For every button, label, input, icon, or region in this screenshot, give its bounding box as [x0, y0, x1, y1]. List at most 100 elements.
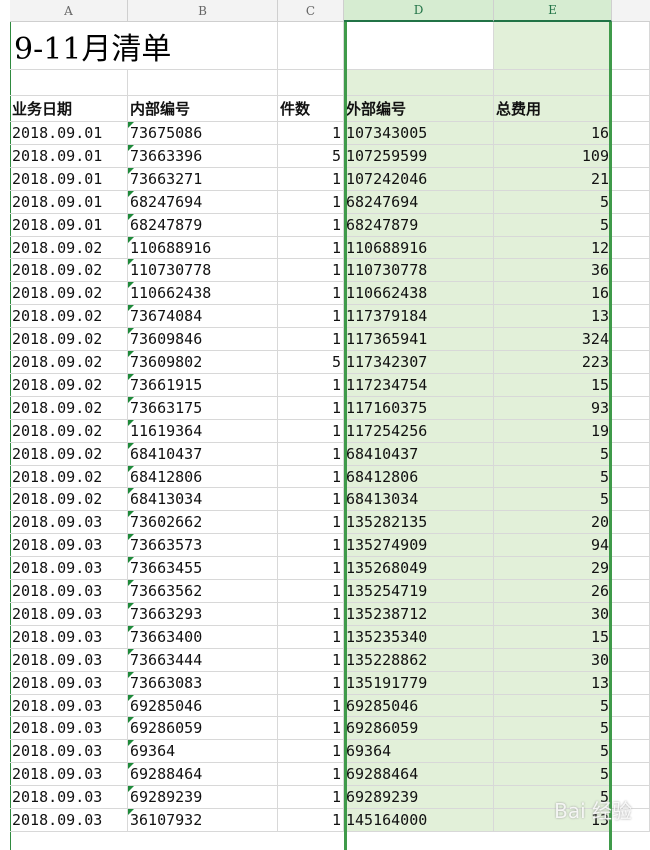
table-cell-count[interactable]: 1	[278, 420, 344, 443]
table-cell-date[interactable]: 2018.09.01	[10, 191, 128, 214]
table-cell-count[interactable]: 5	[278, 351, 344, 374]
table-cell-empty[interactable]	[612, 488, 650, 511]
table-cell-internal-id[interactable]: 69285046	[128, 695, 278, 717]
table-cell-empty[interactable]	[612, 145, 650, 168]
table-cell-internal-id[interactable]: 68412806	[128, 466, 278, 488]
table-cell-count[interactable]: 1	[278, 809, 344, 832]
table-cell-count[interactable]: 1	[278, 511, 344, 534]
table-cell-internal-id[interactable]: 69288464	[128, 763, 278, 786]
column-header-a[interactable]: A	[10, 0, 128, 22]
table-cell-date[interactable]: 2018.09.03	[10, 786, 128, 809]
table-cell-date[interactable]: 2018.09.01	[10, 168, 128, 191]
table-cell-internal-id[interactable]: 110662438	[128, 282, 278, 305]
table-cell-internal-id[interactable]: 68247879	[128, 214, 278, 237]
cell-b2[interactable]	[128, 70, 278, 96]
table-cell-date[interactable]: 2018.09.03	[10, 534, 128, 557]
table-cell-count[interactable]: 1	[278, 305, 344, 328]
table-cell-date[interactable]: 2018.09.02	[10, 466, 128, 488]
table-cell-count[interactable]: 1	[278, 695, 344, 717]
table-cell-count[interactable]: 1	[278, 580, 344, 603]
table-cell-empty[interactable]	[612, 603, 650, 626]
table-cell-count[interactable]: 1	[278, 282, 344, 305]
table-cell-date[interactable]: 2018.09.02	[10, 351, 128, 374]
table-cell-internal-id[interactable]: 73663271	[128, 168, 278, 191]
table-cell-date[interactable]: 2018.09.02	[10, 374, 128, 397]
table-cell-count[interactable]: 1	[278, 649, 344, 672]
column-header-b[interactable]: B	[128, 0, 278, 22]
table-cell-count[interactable]: 1	[278, 786, 344, 809]
table-cell-internal-id[interactable]: 73609802	[128, 351, 278, 374]
column-header-f[interactable]	[612, 0, 650, 22]
table-cell-date[interactable]: 2018.09.03	[10, 649, 128, 672]
table-cell-internal-id[interactable]: 73602662	[128, 511, 278, 534]
table-cell-empty[interactable]	[612, 763, 650, 786]
table-cell-date[interactable]: 2018.09.01	[10, 214, 128, 237]
table-cell-date[interactable]: 2018.09.01	[10, 122, 128, 145]
table-cell-empty[interactable]	[612, 511, 650, 534]
table-cell-date[interactable]: 2018.09.01	[10, 145, 128, 168]
table-cell-internal-id[interactable]: 110730778	[128, 259, 278, 282]
table-cell-internal-id[interactable]: 73663175	[128, 397, 278, 420]
table-cell-internal-id[interactable]: 73663562	[128, 580, 278, 603]
table-cell-count[interactable]: 1	[278, 214, 344, 237]
table-cell-internal-id[interactable]: 73663444	[128, 649, 278, 672]
table-cell-empty[interactable]	[612, 740, 650, 763]
table-cell-internal-id[interactable]: 36107932	[128, 809, 278, 832]
column-header-e[interactable]: E	[494, 0, 612, 22]
table-cell-date[interactable]: 2018.09.02	[10, 328, 128, 351]
table-cell-internal-id[interactable]: 69364	[128, 740, 278, 763]
table-cell-date[interactable]: 2018.09.03	[10, 626, 128, 649]
table-cell-date[interactable]: 2018.09.03	[10, 740, 128, 763]
table-cell-empty[interactable]	[612, 534, 650, 557]
table-cell-count[interactable]: 1	[278, 740, 344, 763]
table-cell-internal-id[interactable]: 11619364	[128, 420, 278, 443]
column-header-c[interactable]: C	[278, 0, 344, 22]
table-cell-empty[interactable]	[612, 328, 650, 351]
table-cell-empty[interactable]	[612, 672, 650, 695]
table-cell-count[interactable]: 1	[278, 717, 344, 740]
table-cell-date[interactable]: 2018.09.02	[10, 420, 128, 443]
table-cell-count[interactable]: 1	[278, 191, 344, 214]
header-date[interactable]: 业务日期	[10, 96, 128, 122]
table-cell-internal-id[interactable]: 73661915	[128, 374, 278, 397]
table-cell-empty[interactable]	[612, 443, 650, 466]
table-cell-date[interactable]: 2018.09.03	[10, 695, 128, 717]
table-cell-empty[interactable]	[612, 191, 650, 214]
table-cell-count[interactable]: 1	[278, 557, 344, 580]
table-cell-date[interactable]: 2018.09.02	[10, 488, 128, 511]
table-cell-empty[interactable]	[612, 214, 650, 237]
table-cell-date[interactable]: 2018.09.03	[10, 809, 128, 832]
table-cell-empty[interactable]	[612, 695, 650, 717]
title-cell[interactable]: 9-11月清单	[10, 22, 278, 70]
table-cell-count[interactable]: 1	[278, 374, 344, 397]
table-cell-empty[interactable]	[612, 420, 650, 443]
table-cell-internal-id[interactable]: 69289239	[128, 786, 278, 809]
table-cell-empty[interactable]	[612, 351, 650, 374]
table-cell-empty[interactable]	[612, 717, 650, 740]
cell-f2[interactable]	[612, 70, 650, 96]
table-cell-internal-id[interactable]: 69286059	[128, 717, 278, 740]
table-cell-count[interactable]: 1	[278, 466, 344, 488]
table-cell-date[interactable]: 2018.09.02	[10, 397, 128, 420]
table-cell-empty[interactable]	[612, 237, 650, 259]
table-cell-count[interactable]: 5	[278, 145, 344, 168]
cell-c1[interactable]	[278, 22, 344, 70]
column-header-d[interactable]: D	[344, 0, 494, 22]
table-cell-count[interactable]: 1	[278, 259, 344, 282]
table-cell-internal-id[interactable]: 73674084	[128, 305, 278, 328]
table-cell-internal-id[interactable]: 68413034	[128, 488, 278, 511]
table-cell-date[interactable]: 2018.09.03	[10, 511, 128, 534]
table-cell-empty[interactable]	[612, 580, 650, 603]
table-cell-empty[interactable]	[612, 557, 650, 580]
table-cell-empty[interactable]	[612, 397, 650, 420]
table-cell-internal-id[interactable]: 68247694	[128, 191, 278, 214]
table-cell-internal-id[interactable]: 73663400	[128, 626, 278, 649]
table-cell-count[interactable]: 1	[278, 443, 344, 466]
table-cell-internal-id[interactable]: 73663293	[128, 603, 278, 626]
table-cell-date[interactable]: 2018.09.03	[10, 580, 128, 603]
table-cell-date[interactable]: 2018.09.03	[10, 557, 128, 580]
table-cell-internal-id[interactable]: 110688916	[128, 237, 278, 259]
cell-a2[interactable]	[10, 70, 128, 96]
table-cell-date[interactable]: 2018.09.02	[10, 443, 128, 466]
table-cell-date[interactable]: 2018.09.03	[10, 763, 128, 786]
